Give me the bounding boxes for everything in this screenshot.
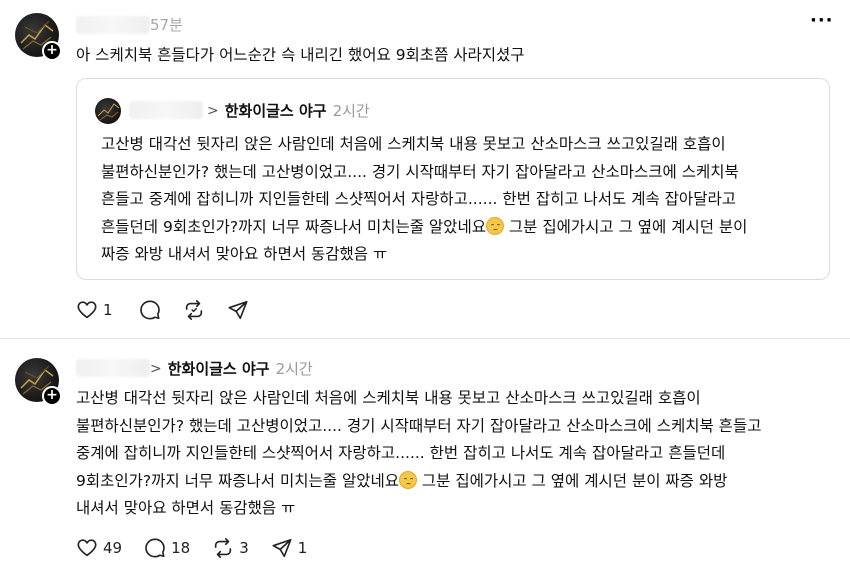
more-horizontal-icon[interactable]: ··· xyxy=(810,10,834,31)
repost-icon xyxy=(215,538,232,558)
repost-button[interactable] xyxy=(183,299,205,321)
post-body: 고산병 대각선 뒷자리 앉은 사람인데 처음에 스케치북 내용 못보고 산소마스… xyxy=(76,389,762,517)
quoted-time: 2시간 xyxy=(332,102,370,120)
follow-plus-icon[interactable]: + xyxy=(42,386,62,406)
follow-plus-icon[interactable]: + xyxy=(42,41,62,61)
chevron-right-icon: > xyxy=(207,102,219,119)
send-icon xyxy=(228,300,248,320)
post-actions: 1 xyxy=(76,299,271,321)
quoted-post[interactable]: > 한화이글스 야구 2시간 고산병 대각선 뒷자리 앉은 사람인데 처음에 스… xyxy=(76,78,830,280)
like-count: 1 xyxy=(103,301,113,319)
thread-post-reply: + 57분 ··· 아 스케치북 흔들다가 어느순간 슥 내리긴 했어요 9회초… xyxy=(0,0,850,338)
sad-face-emoji-icon xyxy=(485,216,504,235)
share-count: 1 xyxy=(297,539,308,557)
post-author[interactable]: 한화이글스 야구 xyxy=(168,358,270,379)
repost-count: 3 xyxy=(239,539,249,557)
heart-icon xyxy=(77,539,97,557)
post-body: 아 스케치북 흔들다가 어느순간 슥 내리긴 했어요 9회초쯤 사라지셨구 xyxy=(76,46,525,64)
comment-icon xyxy=(139,300,160,320)
post-actions: 49 18 3 1 xyxy=(76,537,329,559)
quoted-avatar xyxy=(95,98,121,124)
heart-icon xyxy=(77,301,97,319)
quoted-body: 고산병 대각선 뒷자리 앉은 사람인데 처음에 스케치북 내용 못보고 산소마스… xyxy=(101,135,748,263)
repost-icon xyxy=(185,300,202,320)
like-count: 49 xyxy=(103,539,123,557)
quoted-author[interactable]: 한화이글스 야구 xyxy=(225,100,327,121)
sad-face-emoji-icon xyxy=(399,470,417,489)
share-button[interactable] xyxy=(227,299,249,321)
comment-icon xyxy=(145,538,165,558)
post-time: 2시간 xyxy=(275,360,313,378)
like-button[interactable]: 1 xyxy=(76,299,113,321)
username-blurred xyxy=(76,359,150,377)
post-divider xyxy=(0,338,850,339)
thread-post-original: + > 한화이글스 야구 2시간 고산병 대각선 뒷자리 앉은 사람인데 처음에… xyxy=(0,340,850,581)
comment-button[interactable] xyxy=(139,299,161,321)
chevron-right-icon: > xyxy=(150,360,162,377)
like-button[interactable]: 49 xyxy=(76,537,122,559)
username-blurred xyxy=(76,16,150,34)
repost-button[interactable]: 3 xyxy=(212,537,249,559)
share-button[interactable]: 1 xyxy=(271,537,308,559)
comment-button[interactable]: 18 xyxy=(144,537,190,559)
post-time: 57분 xyxy=(150,16,183,34)
send-icon xyxy=(272,538,292,558)
comment-count: 18 xyxy=(171,539,191,557)
quoted-username-blurred xyxy=(129,101,203,119)
